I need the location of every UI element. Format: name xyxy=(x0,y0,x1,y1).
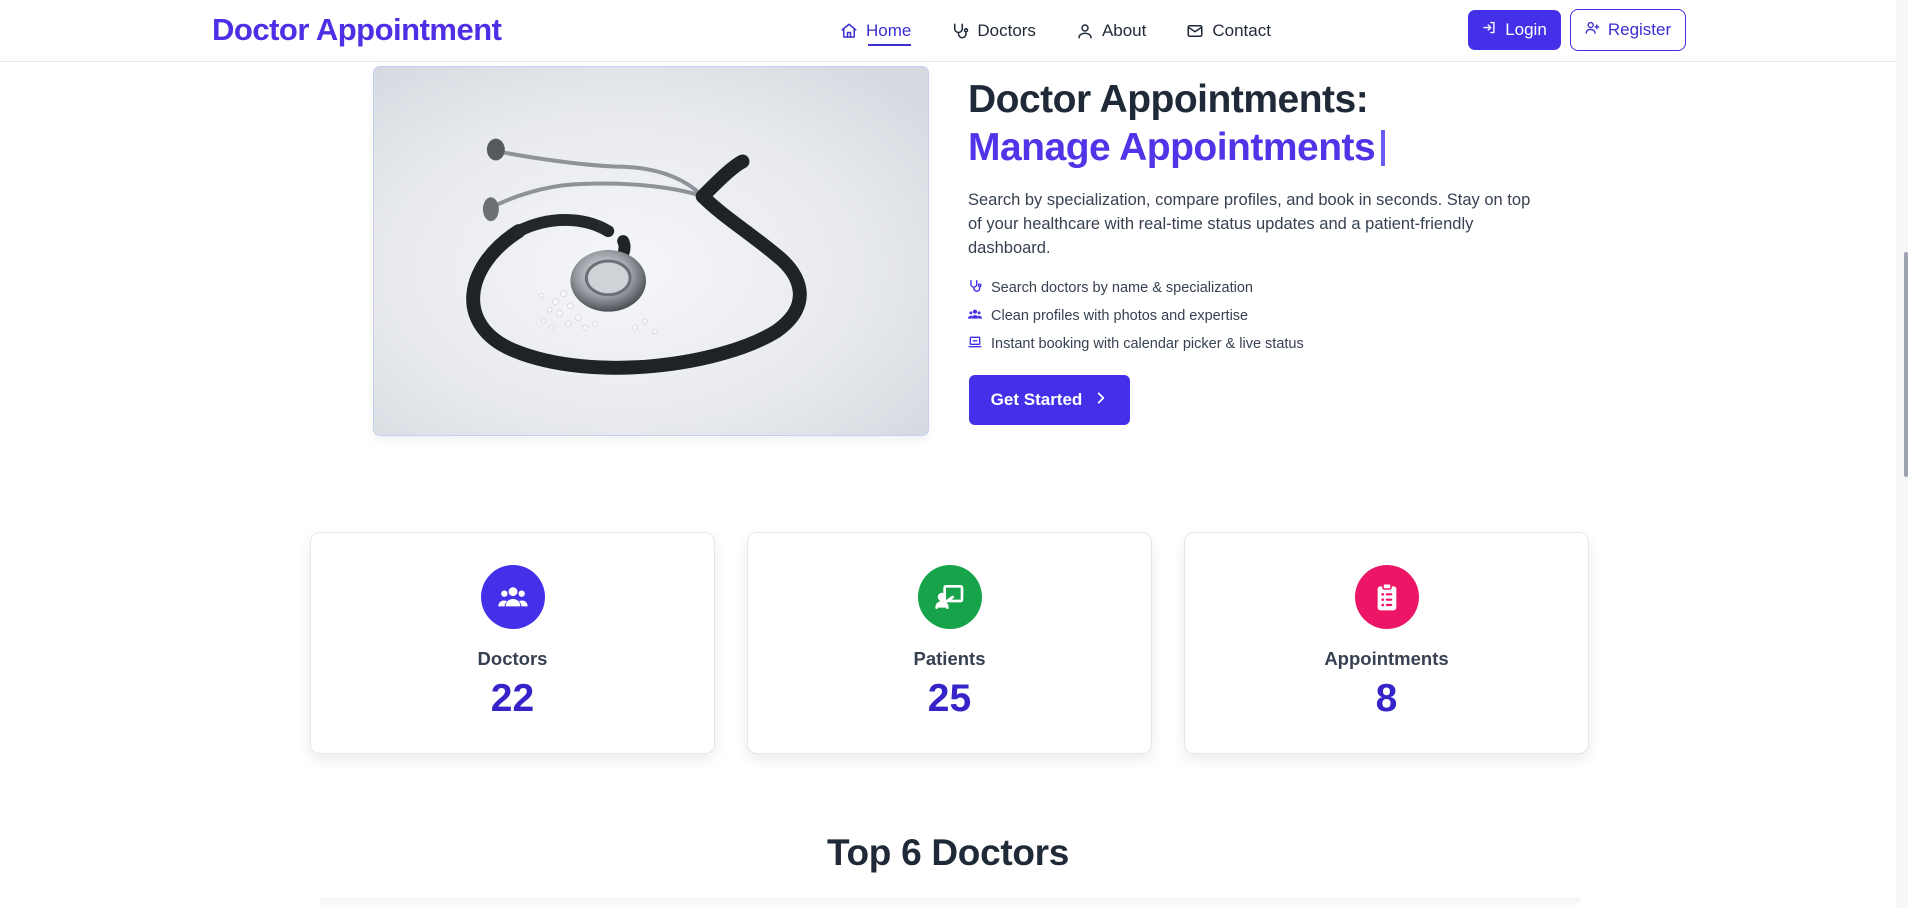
doctor-cards-top-edge xyxy=(320,898,1580,908)
nav-links: Home Doctors About Contact xyxy=(820,0,1291,62)
scrollbar-thumb[interactable] xyxy=(1904,252,1908,477)
stat-card-appointments: Appointments 8 xyxy=(1184,532,1589,754)
stat-value: 8 xyxy=(1375,677,1398,720)
users-icon xyxy=(480,565,545,629)
stat-card-patients: Patients 25 xyxy=(747,532,1152,754)
stethoscope-icon xyxy=(968,279,982,297)
feature-text: Instant booking with calendar picker & l… xyxy=(991,336,1304,352)
nav-link-label: Home xyxy=(866,21,912,40)
list-item: Clean profiles with photos and expertise xyxy=(968,302,1304,330)
stat-value: 22 xyxy=(490,677,535,720)
feature-text: Search doctors by name & specialization xyxy=(991,280,1253,296)
list-item: Search doctors by name & specialization xyxy=(968,274,1304,302)
login-icon xyxy=(1482,20,1497,40)
active-underline xyxy=(868,44,912,46)
page: Doctor Appointment Home Doctors About Co… xyxy=(0,0,1908,908)
register-button[interactable]: Register xyxy=(1570,9,1686,51)
navbar: Doctor Appointment Home Doctors About Co… xyxy=(0,0,1908,62)
feature-list: Search doctors by name & specialization … xyxy=(968,274,1304,358)
hero-subtitle-text: Manage Appointments xyxy=(968,126,1376,169)
stat-card-doctors: Doctors 22 xyxy=(310,532,715,754)
brand-logo[interactable]: Doctor Appointment xyxy=(212,12,502,48)
nav-link-label: Doctors xyxy=(977,21,1036,40)
register-label: Register xyxy=(1607,20,1672,39)
stethoscope-icon xyxy=(951,22,969,40)
stat-label: Appointments xyxy=(1324,648,1449,669)
nav-link-home[interactable]: Home xyxy=(820,0,931,62)
users-icon xyxy=(968,307,982,325)
feature-text: Clean profiles with photos and expertise xyxy=(991,308,1249,324)
stat-value: 25 xyxy=(927,677,972,720)
stethoscope-photo xyxy=(374,67,928,435)
clipboard-icon xyxy=(1354,565,1419,629)
hero-image xyxy=(373,66,929,436)
chevron-right-icon xyxy=(1094,390,1108,410)
login-label: Login xyxy=(1505,20,1547,39)
user-plus-icon xyxy=(1585,20,1600,40)
stat-label: Doctors xyxy=(477,648,548,669)
nav-link-contact[interactable]: Contact xyxy=(1166,0,1291,62)
laptop-icon xyxy=(968,335,982,353)
nav-link-label: Contact xyxy=(1212,21,1271,40)
nav-link-about[interactable]: About xyxy=(1056,0,1166,62)
hero-subtitle: Manage Appointments xyxy=(968,126,1386,170)
list-item: Instant booking with calendar picker & l… xyxy=(968,330,1304,358)
nav-link-doctors[interactable]: Doctors xyxy=(931,0,1056,62)
home-icon xyxy=(840,22,858,40)
nav-link-label: About xyxy=(1101,21,1147,40)
mail-icon xyxy=(1186,22,1204,40)
presentation-icon xyxy=(917,565,982,629)
get-started-label: Get Started xyxy=(990,390,1083,409)
section-title: Top 6 Doctors xyxy=(826,832,1070,873)
user-icon xyxy=(1076,22,1094,40)
hero-title: Doctor Appointments: xyxy=(968,78,1369,121)
typing-caret xyxy=(1381,130,1386,166)
get-started-button[interactable]: Get Started xyxy=(969,375,1130,425)
hero-description: Search by specialization, compare profil… xyxy=(968,191,1531,257)
stat-label: Patients xyxy=(913,648,986,669)
login-button[interactable]: Login xyxy=(1468,10,1561,50)
